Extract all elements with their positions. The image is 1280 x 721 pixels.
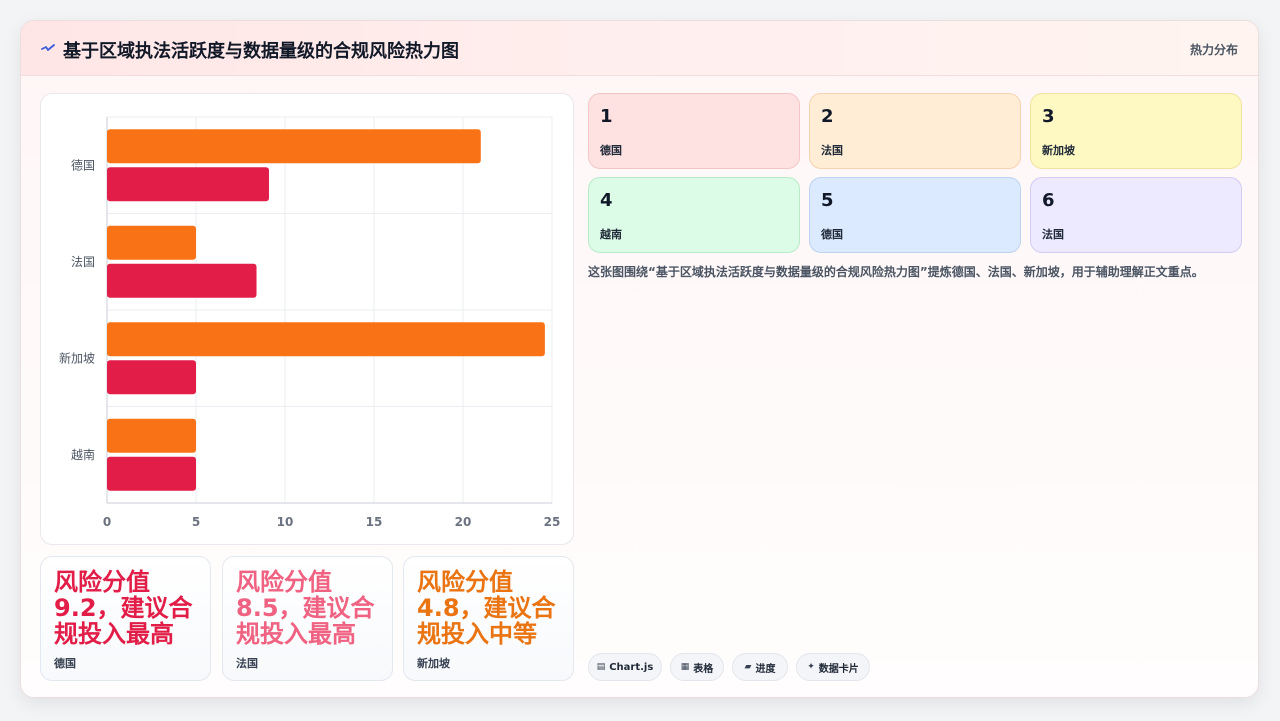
y-tick-label: 德国 <box>71 157 95 172</box>
table-icon: ▦ <box>680 662 690 672</box>
tile-label: 法国 <box>821 144 843 157</box>
tile-label: 越南 <box>600 228 622 241</box>
tile-6: 6 法国 <box>1030 177 1242 253</box>
bar <box>107 263 257 298</box>
tile-number: 5 <box>821 190 834 211</box>
x-tick-label: 0 <box>103 515 111 529</box>
tile-label: 新加坡 <box>1042 144 1075 157</box>
progress-icon: ▰ <box>744 662 752 672</box>
tile-number: 2 <box>821 106 834 127</box>
x-tick-label: 5 <box>192 515 200 529</box>
bar <box>107 456 196 491</box>
chart-panel: 德国法国新加坡越南 0 5 10 15 20 25 <box>40 93 574 545</box>
stat-card-1: 风险分值9.2，建议合规投入最高 德国 <box>40 556 211 681</box>
main-card: 基于区域执法活跃度与数据量级的合规风险热力图 热力分布 德国 法国 新加坡 越南 0 5 1… <box>20 20 1259 698</box>
tile-5: 5 德国 <box>809 177 1021 253</box>
tile-number: 3 <box>1042 106 1055 127</box>
x-tick-label: 25 <box>544 515 561 529</box>
stat-card-2: 风险分值8.5，建议合规投入最高 法国 <box>222 556 393 681</box>
tile-number: 1 <box>600 106 613 127</box>
stat-value: 风险分值8.5，建议合规投入最高 <box>236 568 375 648</box>
spark-icon <box>41 44 55 51</box>
sparkle-icon: ✦ <box>807 662 815 672</box>
stat-value: 风险分值9.2，建议合规投入最高 <box>54 568 193 648</box>
chip-label: 进度 <box>755 663 776 675</box>
stat-label: 新加坡 <box>417 657 450 670</box>
x-tick-label: 15 <box>366 515 383 529</box>
bar <box>107 360 196 395</box>
tile-4: 4 越南 <box>588 177 800 253</box>
y-tick-label: 越南 <box>71 447 95 462</box>
tile-label: 德国 <box>821 228 843 241</box>
tile-label: 法国 <box>1042 228 1064 241</box>
chip-table[interactable]: ▦ 表格 <box>670 653 724 681</box>
bar <box>107 418 196 453</box>
header-tag: 热力分布 <box>1189 43 1238 57</box>
y-tick-label: 新加坡 <box>59 350 95 365</box>
tile-label: 德国 <box>600 144 622 157</box>
tile-2: 2 法国 <box>809 93 1021 169</box>
tile-1: 1 德国 <box>588 93 800 169</box>
chip-label: 数据卡片 <box>818 663 859 675</box>
x-tick-label: 20 <box>455 515 472 529</box>
chip-label: 表格 <box>693 663 714 675</box>
chip-label: Chart.js <box>609 661 654 673</box>
stat-label: 德国 <box>54 657 76 670</box>
y-tick-label: 法国 <box>71 255 95 269</box>
chip-progress[interactable]: ▰ 进度 <box>732 653 788 681</box>
bar-chart: 德国法国新加坡越南 0 5 10 15 20 25 <box>59 116 561 529</box>
x-tick-label: 10 <box>277 515 294 529</box>
stat-label: 法国 <box>236 657 258 670</box>
bar <box>107 129 481 164</box>
chart-description: 这张图围绕“基于区域执法活跃度与数据量级的合规风险热力图”提炼德国、法国、新加坡… <box>588 265 1204 279</box>
tile-3: 3 新加坡 <box>1030 93 1242 169</box>
stat-value: 风险分值4.8，建议合规投入中等 <box>417 568 556 648</box>
bar <box>107 167 269 202</box>
header: 基于区域执法活跃度与数据量级的合规风险热力图 热力分布 <box>21 21 1258 76</box>
tile-number: 4 <box>600 190 613 211</box>
chip-data-card[interactable]: ✦ 数据卡片 <box>796 653 870 681</box>
bar <box>107 322 545 357</box>
bar <box>107 225 196 260</box>
chip-chartjs[interactable]: ▤ Chart.js <box>588 653 662 681</box>
page-title: 基于区域执法活跃度与数据量级的合规风险热力图 <box>63 41 459 62</box>
tile-number: 6 <box>1042 190 1055 211</box>
chart-icon: ▤ <box>596 662 606 672</box>
stat-card-3: 风险分值4.8，建议合规投入中等 新加坡 <box>403 556 574 681</box>
